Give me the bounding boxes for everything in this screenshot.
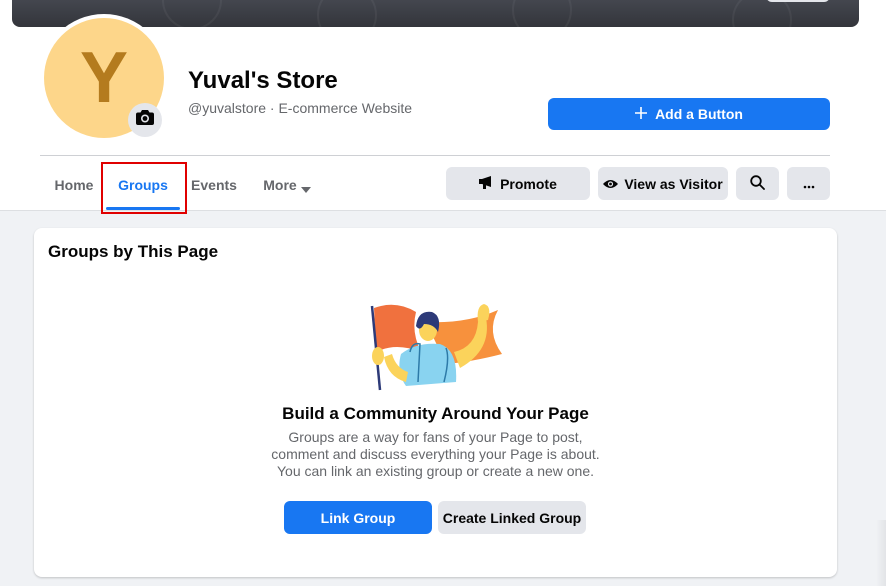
tab-home-label: Home (54, 177, 94, 193)
empty-state-description: Groups are a way for fans of your Page t… (34, 429, 837, 480)
edit-cover-button[interactable]: Edit (766, 0, 830, 2)
camera-icon (136, 110, 154, 130)
caret-down-icon (300, 177, 311, 197)
more-icon (803, 176, 815, 192)
link-group-button[interactable]: Link Group (284, 501, 432, 534)
header-divider (40, 155, 830, 156)
card-title: Groups by This Page (48, 242, 219, 261)
megaphone-icon (479, 175, 494, 192)
view-as-visitor-button[interactable]: View as Visitor (598, 167, 728, 200)
more-options-button[interactable] (787, 167, 830, 200)
empty-state-line: You can link an existing group or create… (276, 463, 595, 479)
groups-card: Groups by This Page Build a Community Ar… (34, 228, 837, 577)
tab-events[interactable]: Events (191, 166, 237, 210)
view-as-visitor-label: View as Visitor (624, 175, 723, 192)
tab-groups-label: Groups (118, 177, 168, 193)
eye-icon (603, 176, 619, 192)
search-icon (750, 174, 765, 193)
plus-icon (635, 106, 648, 122)
avatar-letter: Y (79, 38, 129, 118)
empty-state-line: Groups are a way for fans of your Page t… (288, 429, 583, 445)
create-linked-group-label: Create Linked Group (442, 509, 582, 526)
page-subtitle: @yuvalstore · E-commerce Website (188, 100, 413, 116)
add-a-button-label: Add a Button (655, 106, 743, 122)
tab-more[interactable]: More (262, 166, 312, 210)
cover-photo[interactable]: Edit (12, 0, 859, 27)
person-with-flag-illustration (366, 302, 506, 394)
tab-events-label: Events (191, 177, 237, 193)
update-profile-picture-button[interactable] (128, 103, 162, 137)
empty-state-title: Build a Community Around Your Page (282, 404, 589, 423)
promote-button[interactable]: Promote (446, 167, 590, 200)
tab-home[interactable]: Home (54, 166, 94, 210)
cover-decoration (512, 0, 572, 27)
cover-decoration (317, 0, 377, 27)
page-title: Yuval's Store (188, 67, 338, 94)
scrollbar-edge (876, 520, 886, 586)
tab-more-label: More (263, 177, 297, 193)
cover-decoration (732, 0, 792, 27)
empty-state-line: comment and discuss everything your Page… (271, 446, 600, 462)
promote-label: Promote (500, 175, 557, 192)
tab-groups[interactable]: Groups (106, 166, 180, 210)
search-button[interactable] (736, 167, 779, 200)
create-linked-group-button[interactable]: Create Linked Group (438, 501, 586, 534)
cover-decoration (162, 0, 222, 27)
link-group-label: Link Group (320, 509, 396, 526)
page-header: Edit Y Yuval's Store @yuvalstore · E-com… (0, 0, 886, 214)
add-a-button-button[interactable]: Add a Button (548, 98, 830, 130)
